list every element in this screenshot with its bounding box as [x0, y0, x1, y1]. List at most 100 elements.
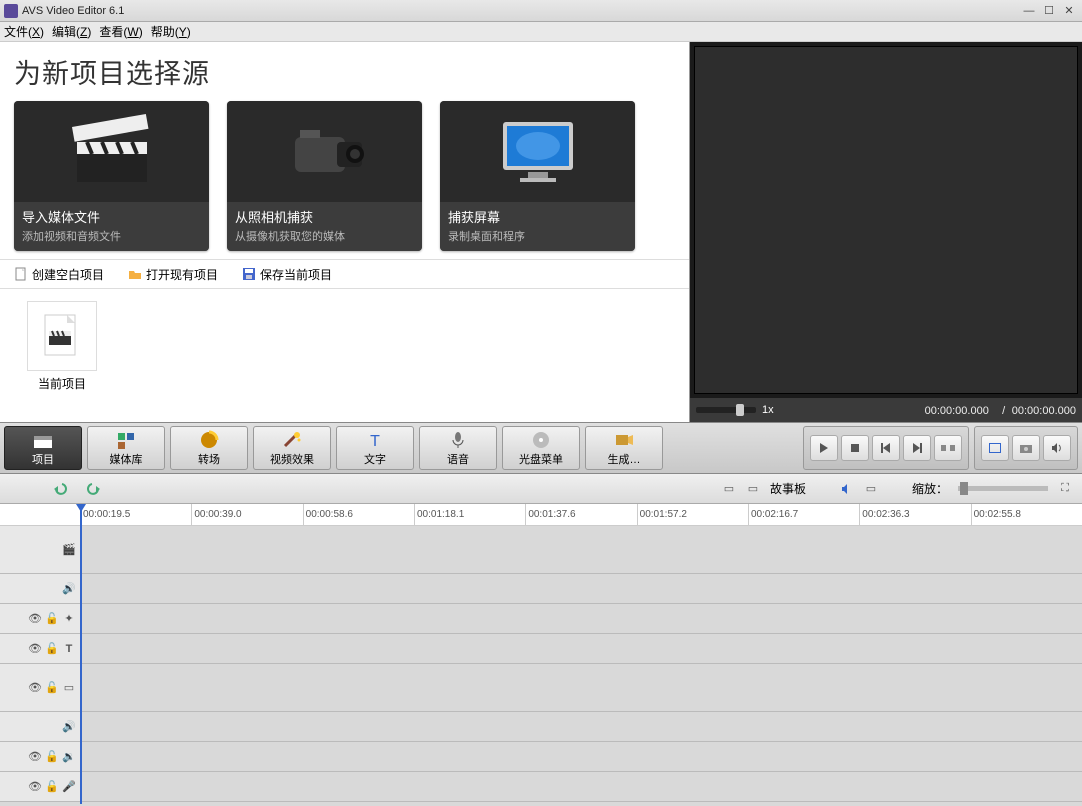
tab-produce[interactable]: 生成…: [585, 426, 663, 470]
track-text[interactable]: 👁🔓T: [0, 634, 1082, 664]
close-button[interactable]: ✕: [1060, 4, 1078, 18]
ruler-tick: 00:02:55.8: [971, 504, 1082, 525]
redo-button[interactable]: [82, 479, 104, 499]
menu-view[interactable]: 查看(W): [99, 23, 142, 40]
menu-edit[interactable]: 编辑(Z): [52, 23, 91, 40]
tab-library[interactable]: 媒体库: [87, 426, 165, 470]
maximize-button[interactable]: ☐: [1040, 4, 1058, 18]
svg-text:T: T: [370, 433, 380, 450]
fit-zoom-button[interactable]: ⛶: [1058, 482, 1072, 496]
window-title: AVS Video Editor 6.1: [22, 5, 124, 17]
track-voice[interactable]: 👁🔓🎤: [0, 772, 1082, 802]
eye-icon: 👁: [28, 750, 42, 764]
ruler-tick: 00:00:19.5: [80, 504, 191, 525]
card-camera-title: 从照相机捕获: [235, 207, 414, 226]
save-project-button[interactable]: 保存当前项目: [242, 266, 332, 283]
card-import-sub: 添加视频和音频文件: [22, 228, 201, 244]
audio-track-icon: 🔉: [62, 750, 76, 764]
tab-disc-menu[interactable]: 光盘菜单: [502, 426, 580, 470]
tab-transitions[interactable]: 转场: [170, 426, 248, 470]
undo-icon: [52, 482, 70, 496]
tab-video-effects[interactable]: 视频效果: [253, 426, 331, 470]
track-main-audio[interactable]: 🔊: [0, 574, 1082, 604]
menu-help[interactable]: 帮助(Y): [151, 23, 191, 40]
tab-project[interactable]: 项目: [4, 426, 82, 470]
title-bar: AVS Video Editor 6.1 — ☐ ✕: [0, 0, 1082, 22]
track-main-video[interactable]: 🎬: [0, 526, 1082, 574]
project-bar: 创建空白项目 打开现有项目 保存当前项目: [0, 259, 689, 289]
tab-text[interactable]: T文字: [336, 426, 414, 470]
prev-icon: [881, 443, 891, 453]
stop-button[interactable]: [841, 435, 869, 461]
timeline-header: ▭ ▭ 故事板 ▭ 缩放： ⛶: [0, 474, 1082, 504]
playback-controls: [803, 426, 969, 470]
mic-track-icon: 🎤: [62, 780, 76, 794]
preview-screen: [694, 46, 1078, 394]
fullscreen-button[interactable]: [981, 435, 1009, 461]
current-project-thumb[interactable]: 当前项目: [12, 301, 112, 392]
lock-icon[interactable]: 🔓: [45, 750, 59, 764]
zoom-slider[interactable]: [958, 486, 1048, 491]
play-icon: [819, 443, 829, 453]
ruler-tick: 00:00:58.6: [303, 504, 414, 525]
speed-slider[interactable]: [696, 407, 756, 413]
undo-button[interactable]: [50, 479, 72, 499]
text-track-icon: T: [62, 642, 76, 656]
menu-bar: 文件(X) 编辑(Z) 查看(W) 帮助(Y): [0, 22, 1082, 42]
track-overlay-video[interactable]: 👁🔓▭: [0, 664, 1082, 712]
lock-icon[interactable]: 🔓: [45, 612, 59, 626]
split-button[interactable]: [934, 435, 962, 461]
next-frame-button[interactable]: [903, 435, 931, 461]
tab-voice[interactable]: 语音: [419, 426, 497, 470]
prev-frame-button[interactable]: [872, 435, 900, 461]
camcorder-icon: [270, 112, 380, 192]
lock-icon[interactable]: 🔓: [45, 681, 59, 695]
lock-icon[interactable]: 🔓: [45, 780, 59, 794]
eye-icon: 👁: [28, 612, 42, 626]
speaker-small-icon: 🔊: [62, 720, 76, 734]
preview-tools: [974, 426, 1078, 470]
zoom-label: 缩放：: [912, 480, 948, 497]
main-toolbar: 项目 媒体库 转场 视频效果 T文字 语音 光盘菜单 生成…: [0, 422, 1082, 474]
ruler-tick: 00:02:16.7: [748, 504, 859, 525]
track-effects[interactable]: 👁🔓✦: [0, 604, 1082, 634]
track-audio[interactable]: 👁🔓🔉: [0, 742, 1082, 772]
timeline-tracks: 🎬 🔊 👁🔓✦ 👁🔓T 👁🔓▭ 🔊 👁🔓🔉 👁🔓🎤: [0, 526, 1082, 806]
preview-area-icon[interactable]: ▭: [864, 482, 878, 496]
volume-mixer-icon[interactable]: [840, 482, 854, 496]
volume-button[interactable]: [1043, 435, 1071, 461]
stop-icon: [850, 443, 860, 453]
snapshot-button[interactable]: [1012, 435, 1040, 461]
transition-icon: [198, 430, 220, 450]
fullscreen-icon: [989, 443, 1001, 453]
lock-icon[interactable]: 🔓: [45, 642, 59, 656]
card-screen-title: 捕获屏幕: [448, 207, 627, 226]
eye-icon: 👁: [28, 642, 42, 656]
new-project-button[interactable]: 创建空白项目: [14, 266, 104, 283]
minimize-button[interactable]: —: [1020, 4, 1038, 18]
effects-icon: [281, 430, 303, 450]
video-track-icon: 🎬: [62, 543, 76, 557]
storyboard-view-icon[interactable]: ▭: [746, 482, 760, 496]
timeline-view-icon[interactable]: ▭: [722, 482, 736, 496]
timeline-ruler[interactable]: 00:00:19.5 00:00:39.0 00:00:58.6 00:01:1…: [0, 504, 1082, 526]
open-project-button[interactable]: 打开现有项目: [128, 266, 218, 283]
speaker-icon: [1051, 443, 1063, 453]
card-capture-camera[interactable]: 从照相机捕获从摄像机获取您的媒体: [227, 101, 422, 251]
mic-icon: [447, 430, 469, 450]
card-capture-screen[interactable]: 捕获屏幕录制桌面和程序: [440, 101, 635, 251]
clapper-icon: [32, 430, 54, 450]
track-overlay-audio[interactable]: 🔊: [0, 712, 1082, 742]
overlay-track-icon: ▭: [62, 681, 76, 695]
source-title: 为新项目选择源: [14, 52, 675, 91]
menu-file[interactable]: 文件(X): [4, 23, 44, 40]
preview-panel: 1x 00:00:00.000 / 00:00:00.000: [690, 42, 1082, 422]
ruler-tick: 00:01:57.2: [637, 504, 748, 525]
eye-icon: 👁: [28, 681, 42, 695]
card-import-media[interactable]: 导入媒体文件添加视频和音频文件: [14, 101, 209, 251]
folder-open-icon: [128, 267, 142, 281]
play-button[interactable]: [810, 435, 838, 461]
playhead[interactable]: [80, 504, 82, 804]
monitor-icon: [483, 112, 593, 192]
time-display: 00:00:00.000 / 00:00:00.000: [925, 404, 1076, 417]
